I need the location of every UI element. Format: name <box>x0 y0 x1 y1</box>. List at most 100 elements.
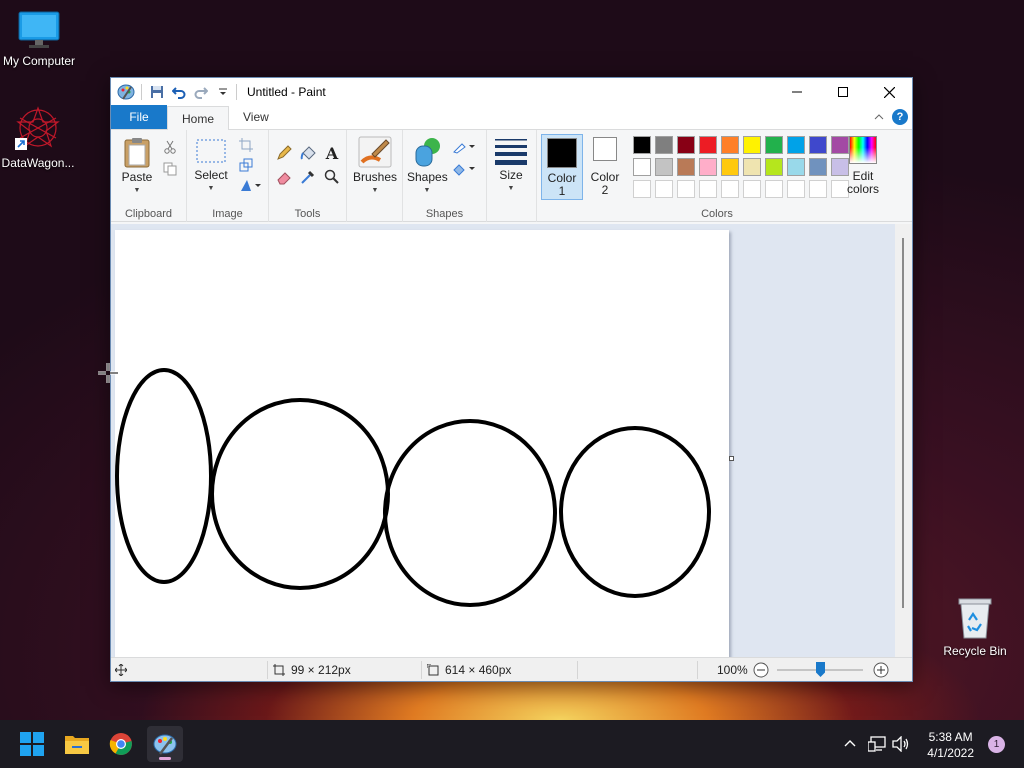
color-swatch[interactable] <box>721 136 739 154</box>
color-swatch[interactable] <box>809 136 827 154</box>
recycle-bin-icon <box>958 598 992 639</box>
color-swatch[interactable] <box>787 136 805 154</box>
custom-color-slot[interactable] <box>809 180 827 198</box>
customize-quick-access-icon[interactable] <box>212 81 234 103</box>
custom-color-slot[interactable] <box>743 180 761 198</box>
resize-icon[interactable] <box>237 156 255 174</box>
copy-icon[interactable] <box>161 160 179 178</box>
color-swatch[interactable] <box>655 158 673 176</box>
color-swatch[interactable] <box>699 158 717 176</box>
zoom-out-button[interactable] <box>753 658 769 682</box>
color-swatch[interactable] <box>633 158 651 176</box>
outline-icon[interactable] <box>451 138 477 156</box>
notification-badge[interactable]: 1 <box>988 736 1005 753</box>
show-hidden-icons-icon[interactable] <box>844 738 856 748</box>
ribbon: Paste ▼ Clipboard Select ▼ Image A Tools… <box>111 130 912 222</box>
paint-app-icon[interactable] <box>115 81 137 103</box>
custom-color-slot[interactable] <box>655 180 673 198</box>
color-swatch[interactable] <box>765 158 783 176</box>
fill-shape-icon[interactable] <box>451 160 477 178</box>
vertical-scrollbar[interactable] <box>895 224 912 658</box>
color-swatch[interactable] <box>787 158 805 176</box>
zoom-slider[interactable] <box>777 658 865 682</box>
custom-color-slot[interactable] <box>765 180 783 198</box>
brushes-button[interactable]: Brushes ▼ <box>353 136 397 197</box>
brushes-label: Brushes <box>353 170 398 184</box>
color-swatch[interactable] <box>721 158 739 176</box>
drawn-ellipse <box>115 368 213 584</box>
minimize-ribbon-icon[interactable] <box>874 113 884 121</box>
tab-home[interactable]: Home <box>167 106 230 130</box>
save-icon[interactable] <box>146 81 168 103</box>
color2-button[interactable]: Color 2 <box>585 137 625 197</box>
zoom-out-icon <box>753 662 769 678</box>
color-swatch[interactable] <box>633 136 651 154</box>
eraser-icon[interactable] <box>275 168 293 186</box>
undo-icon[interactable] <box>168 81 190 103</box>
color-swatch[interactable] <box>699 136 717 154</box>
redo-icon[interactable] <box>190 81 212 103</box>
shapes-button[interactable]: Shapes ▼ <box>407 136 448 197</box>
network-icon[interactable] <box>868 736 886 752</box>
custom-color-slot[interactable] <box>699 180 717 198</box>
select-rectangle-icon <box>196 139 226 163</box>
clock[interactable]: 5:38 AM 4/1/2022 <box>927 729 974 761</box>
pencil-icon[interactable] <box>275 144 293 162</box>
drawing-canvas[interactable] <box>115 230 729 658</box>
file-explorer-taskbar-button[interactable] <box>59 726 95 762</box>
edit-colors-button[interactable]: Edit colors <box>843 136 883 196</box>
cut-icon[interactable] <box>161 138 179 156</box>
crop-icon[interactable] <box>237 136 255 154</box>
canvas-resize-handle[interactable] <box>729 456 734 461</box>
image-size: 614 × 460px <box>445 663 512 677</box>
volume-icon[interactable] <box>892 736 910 752</box>
custom-color-slot[interactable] <box>787 180 805 198</box>
custom-color-slot[interactable] <box>677 180 695 198</box>
color-swatch[interactable] <box>743 158 761 176</box>
custom-color-slot[interactable] <box>633 180 651 198</box>
color-swatch[interactable] <box>765 136 783 154</box>
maximize-button[interactable] <box>820 78 866 106</box>
chrome-taskbar-button[interactable] <box>103 726 139 762</box>
zoom-in-button[interactable] <box>873 658 889 682</box>
size-group: Size ▼ <box>487 130 537 222</box>
colors-group-label: Colors <box>701 208 733 220</box>
color-swatch[interactable] <box>743 136 761 154</box>
brush-icon <box>358 136 392 168</box>
magnifier-icon[interactable] <box>323 168 341 186</box>
scrollbar-thumb[interactable] <box>902 238 904 608</box>
zoom-slider-thumb[interactable] <box>816 662 825 677</box>
color-swatch[interactable] <box>655 136 673 154</box>
image-group-label: Image <box>212 208 243 220</box>
title-bar[interactable]: Untitled - Paint <box>111 78 912 106</box>
start-button[interactable] <box>14 726 50 762</box>
maximize-icon <box>838 87 848 97</box>
shapes-icon <box>415 138 440 167</box>
close-button[interactable] <box>866 78 912 106</box>
paint-taskbar-button[interactable] <box>147 726 183 762</box>
minimize-button[interactable] <box>774 78 820 106</box>
chevron-down-icon: ▼ <box>371 187 379 194</box>
color1-button[interactable]: Color 1 <box>541 134 583 200</box>
separator <box>421 661 422 679</box>
color-swatch[interactable] <box>677 136 695 154</box>
text-icon[interactable]: A <box>323 144 341 163</box>
rotate-icon[interactable] <box>237 176 263 194</box>
desktop-icon-recycle-bin[interactable]: Recycle Bin <box>933 596 1017 658</box>
color-picker-icon[interactable] <box>299 168 317 186</box>
custom-color-slot[interactable] <box>721 180 739 198</box>
paste-button[interactable]: Paste ▼ <box>117 136 157 197</box>
color-swatch[interactable] <box>809 158 827 176</box>
tab-view[interactable]: View <box>229 105 283 129</box>
desktop-icon-my-computer[interactable]: My Computer <box>0 10 81 68</box>
fill-icon[interactable] <box>299 144 317 162</box>
paste-label: Paste <box>121 170 153 184</box>
desktop-icon-datawagon[interactable]: DataWagon... <box>0 104 80 170</box>
tab-file[interactable]: File <box>111 105 167 129</box>
size-button[interactable]: Size ▼ <box>493 136 529 195</box>
image-size-icon <box>427 664 439 676</box>
colors-group: Color 1 Color 2 Edit colors Colors <box>537 130 897 222</box>
color-swatch[interactable] <box>677 158 695 176</box>
select-button[interactable]: Select ▼ <box>193 136 229 195</box>
help-icon[interactable]: ? <box>892 109 908 125</box>
